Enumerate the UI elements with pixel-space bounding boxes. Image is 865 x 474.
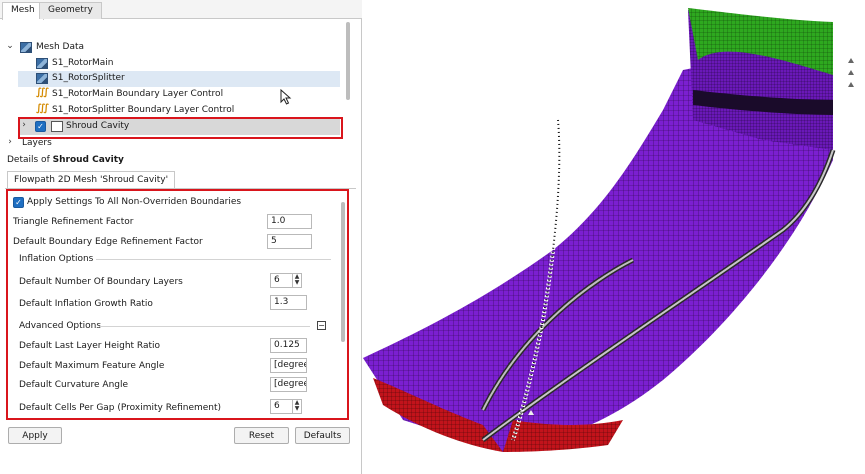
cells-per-gap-label: Default Cells Per Gap (Proximity Refinem… xyxy=(19,403,222,413)
last-layer-field[interactable]: 0.125 xyxy=(270,338,307,353)
tree-item-rotor-main-bl[interactable]: ∭ S1_RotorMain Boundary Layer Control xyxy=(0,87,350,103)
tree-item-label: Mesh Data xyxy=(36,42,85,52)
tree-item-rotor-splitter-bl[interactable]: ∭ S1_RotorSplitter Boundary Layer Contro… xyxy=(0,103,350,119)
tab-flowpath-2d-mesh[interactable]: Flowpath 2D Mesh 'Shroud Cavity' xyxy=(7,171,176,188)
collapse-icon[interactable]: − xyxy=(317,321,326,330)
feature-angle-label: Default Maximum Feature Angle xyxy=(19,361,165,371)
mesh-tree: ⌄ Mesh Data S1_RotorMain S1_RotorSplitte… xyxy=(0,20,362,150)
apply-all-checkbox[interactable]: ✓ xyxy=(13,197,24,208)
curvature-angle-field[interactable]: [degree] xyxy=(270,377,307,392)
details-title: Details of Shroud Cavity xyxy=(7,155,124,165)
tree-item-label: Layers xyxy=(22,138,52,148)
triangle-refinement-label: Triangle Refinement Factor xyxy=(13,217,134,227)
num-layers-label: Default Number Of Boundary Layers xyxy=(19,277,183,287)
triangle-refinement-field[interactable]: 1.0 xyxy=(267,214,312,229)
apply-all-label: Apply Settings To All Non-Overriden Boun… xyxy=(27,197,242,207)
tree-item-shroud-cavity[interactable]: › ✓ Shroud Cavity xyxy=(18,119,340,135)
tree-item-label: S1_RotorSplitter Boundary Layer Control xyxy=(52,105,235,115)
num-layers-value: 6 xyxy=(274,275,280,285)
tab-geometry[interactable]: Geometry xyxy=(39,2,102,19)
last-layer-label: Default Last Layer Height Ratio xyxy=(19,341,161,351)
group-divider xyxy=(100,326,310,327)
boundary-layer-icon: ∭ xyxy=(36,87,49,98)
edge-refinement-field[interactable]: 5 xyxy=(267,234,312,249)
mesh-icon xyxy=(36,73,48,84)
tree-item-rotor-main[interactable]: S1_RotorMain xyxy=(0,56,350,72)
growth-ratio-field[interactable]: 1.3 xyxy=(270,295,307,310)
marker-icon xyxy=(848,82,854,87)
mesh-icon xyxy=(20,42,32,53)
edge-refinement-label: Default Boundary Edge Refinement Factor xyxy=(13,237,203,247)
chevron-down-icon[interactable]: ⌄ xyxy=(5,41,15,53)
reset-button[interactable]: Reset xyxy=(234,427,289,444)
tree-item-label: S1_RotorSplitter xyxy=(52,73,125,83)
details-scrollbar[interactable] xyxy=(341,202,345,342)
spinner-arrows-icon[interactable]: ▲ ▼ xyxy=(292,274,301,287)
advanced-options-heading: Advanced Options xyxy=(19,321,102,331)
defaults-button[interactable]: Defaults xyxy=(295,427,350,444)
mesh-icon xyxy=(36,58,48,69)
curvature-angle-label: Default Curvature Angle xyxy=(19,380,129,390)
marker-icon xyxy=(848,58,854,63)
cells-per-gap-stepper[interactable]: 6 ▲ ▼ xyxy=(270,399,302,414)
tree-item-label: S1_RotorMain xyxy=(52,58,114,68)
inflation-options-heading: Inflation Options xyxy=(19,254,94,264)
group-divider xyxy=(96,259,331,260)
mesh-panel: Mesh Geometry ⌄ Mesh Data S1_RotorMain S… xyxy=(0,0,362,474)
boundary-layer-icon: ∭ xyxy=(36,103,49,114)
mesh-3d-viewport[interactable] xyxy=(363,0,865,474)
num-layers-stepper[interactable]: 6 ▲ ▼ xyxy=(270,273,302,288)
tree-item-rotor-splitter[interactable]: S1_RotorSplitter xyxy=(18,71,340,87)
tree-item-label: Shroud Cavity xyxy=(66,121,130,131)
tree-item-mesh-data[interactable]: ⌄ Mesh Data xyxy=(0,40,350,56)
tree-item-layers[interactable]: › Layers xyxy=(0,136,350,150)
cavity-icon xyxy=(51,121,63,132)
spinner-arrows-icon[interactable]: ▲ ▼ xyxy=(292,400,301,413)
growth-ratio-label: Default Inflation Growth Ratio xyxy=(19,299,153,309)
marker-icon xyxy=(848,70,854,75)
mouse-cursor-icon xyxy=(280,89,292,105)
mesh-render xyxy=(363,8,854,452)
checkbox-icon[interactable]: ✓ xyxy=(35,121,46,132)
tree-item-label: S1_RotorMain Boundary Layer Control xyxy=(52,89,224,99)
feature-angle-field[interactable]: [degree] xyxy=(270,358,307,373)
tab-mesh[interactable]: Mesh xyxy=(2,2,44,20)
cells-per-gap-value: 6 xyxy=(274,401,280,411)
chevron-right-icon[interactable]: › xyxy=(5,137,15,149)
panel-tabbar: Mesh Geometry xyxy=(0,0,362,20)
chevron-right-icon[interactable]: › xyxy=(19,120,29,132)
tree-scrollbar[interactable] xyxy=(346,22,350,100)
apply-button[interactable]: Apply xyxy=(8,427,62,444)
